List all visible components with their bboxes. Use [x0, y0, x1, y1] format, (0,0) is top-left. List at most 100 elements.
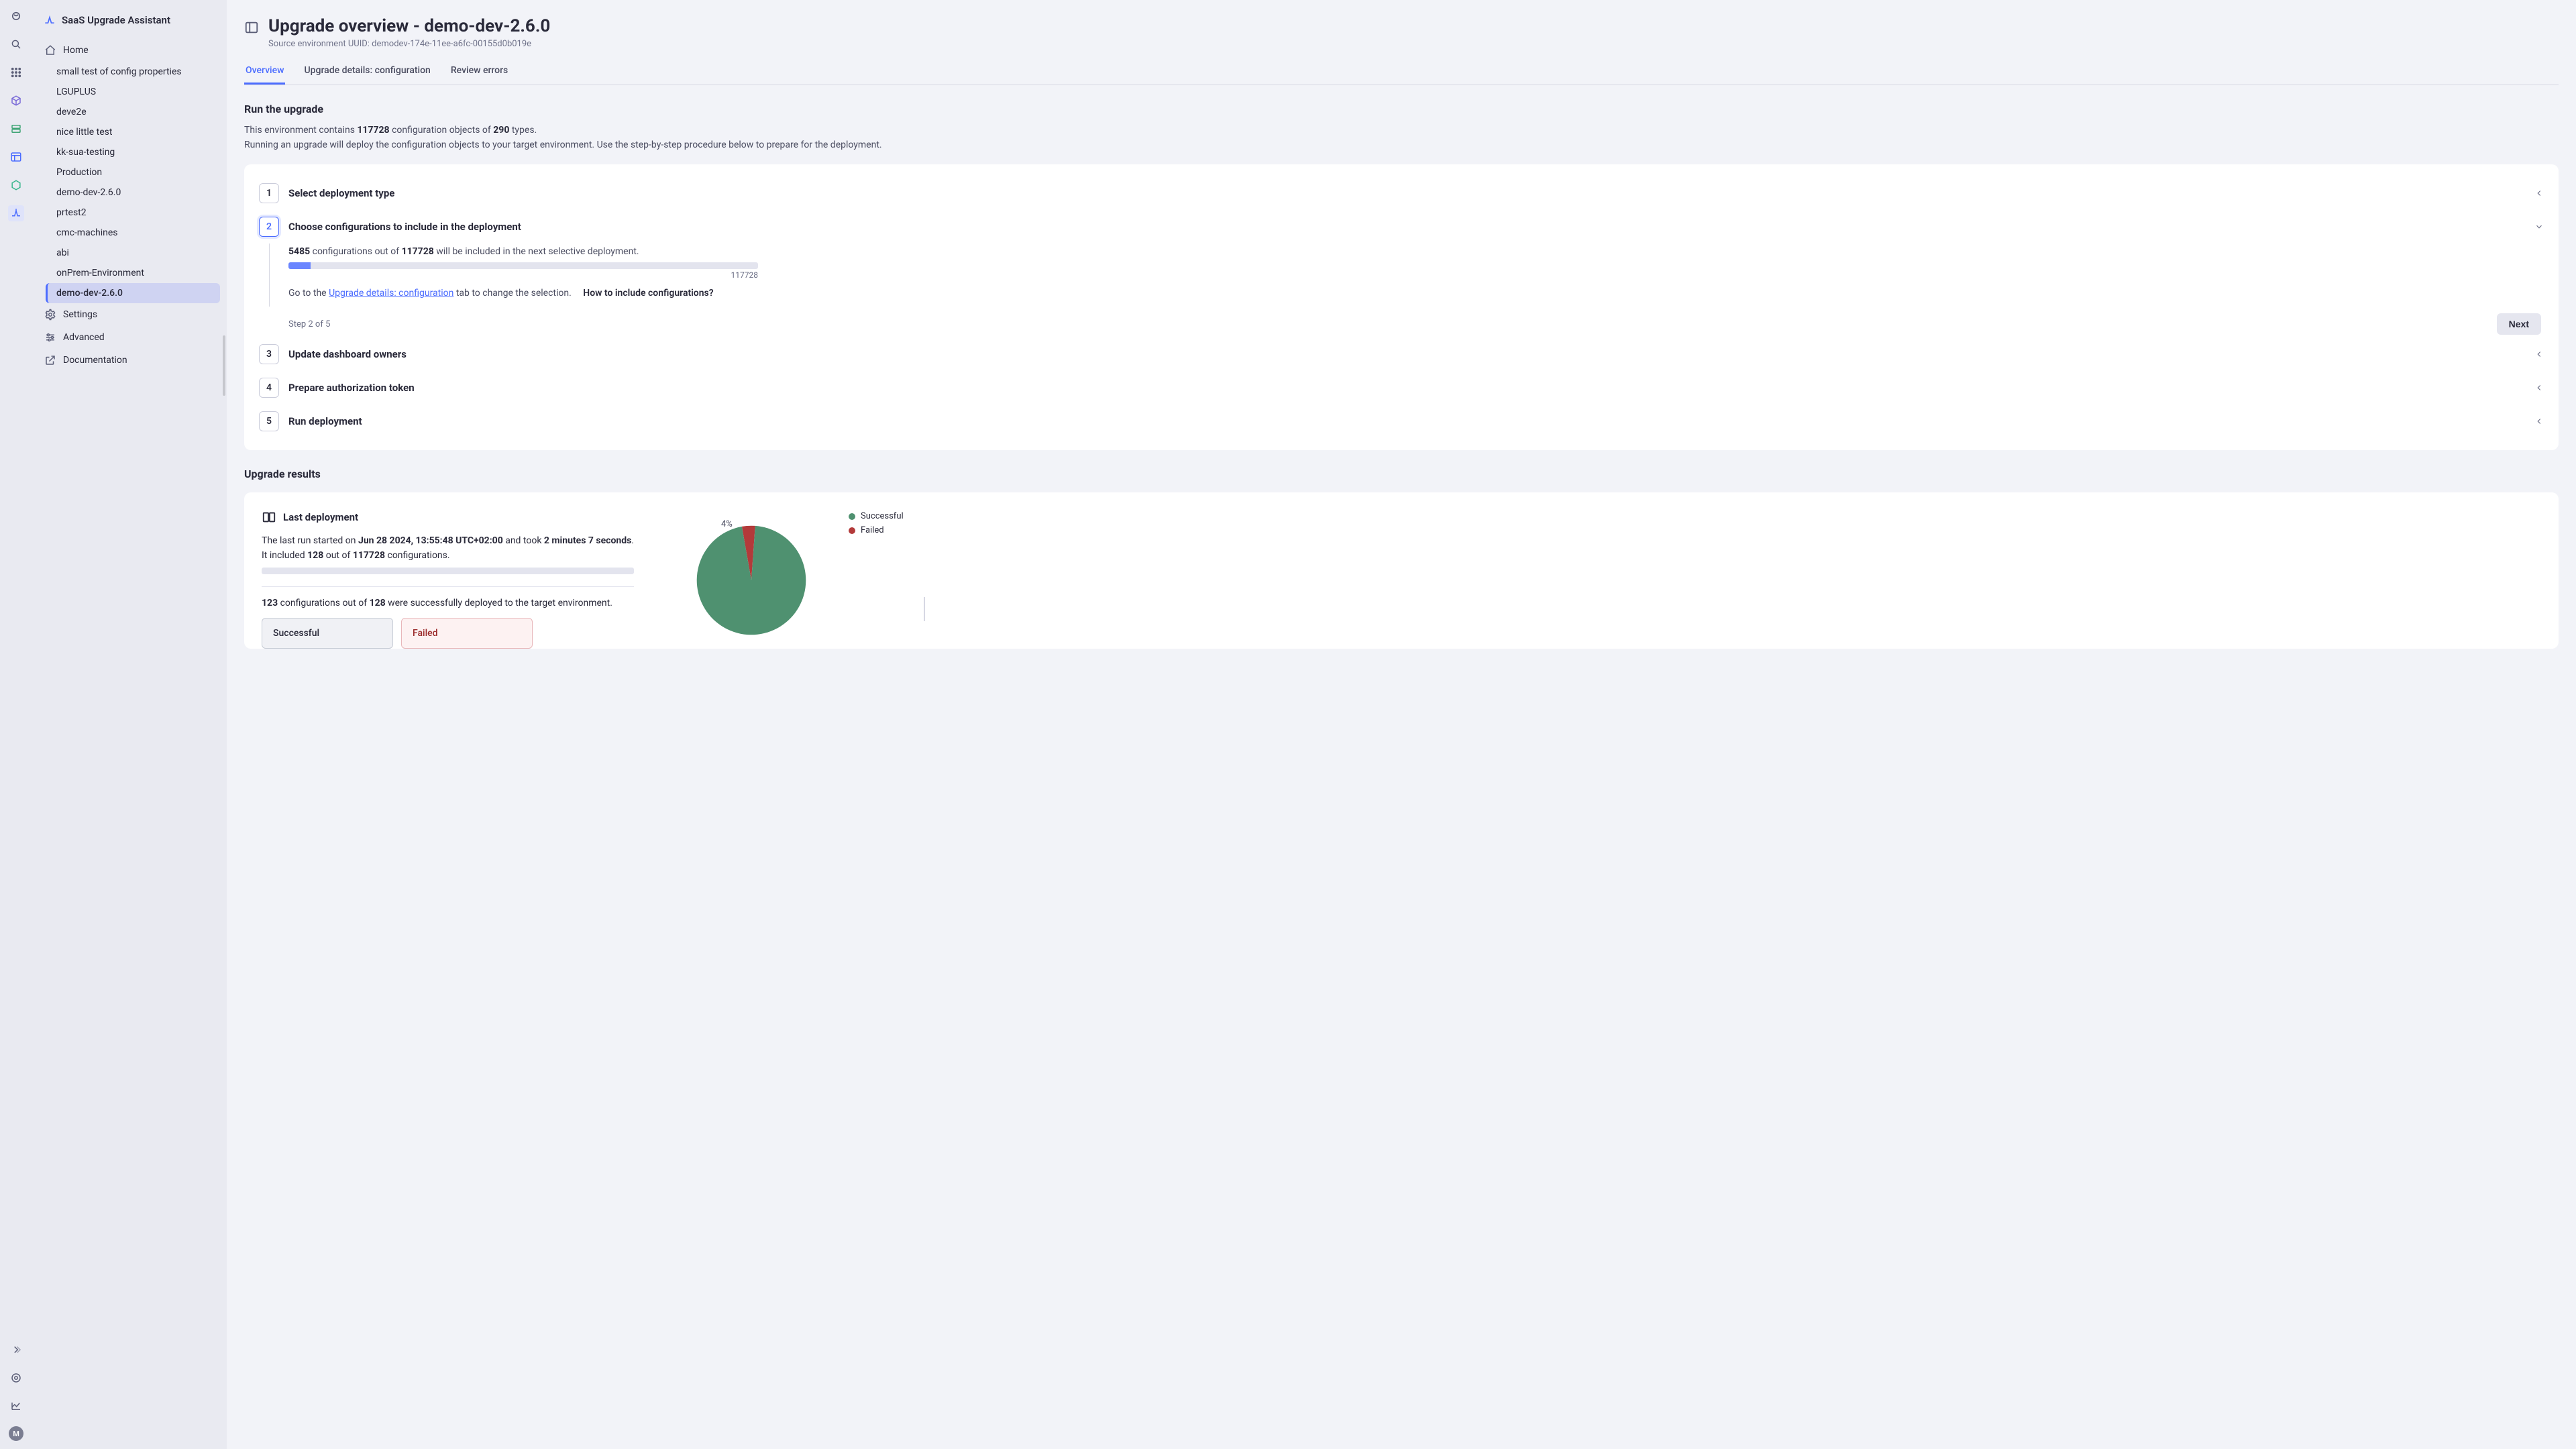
deploy-progress: [262, 568, 634, 574]
step-2-body: 5485 configurations out of 117728 will b…: [269, 244, 2544, 307]
tab[interactable]: Upgrade details: configuration: [303, 58, 431, 85]
divider: [262, 586, 634, 587]
legend-failed: Failed: [849, 525, 904, 535]
chevron-left-icon: [2534, 383, 2544, 392]
step-title: Select deployment type: [288, 187, 2534, 199]
step-title: Update dashboard owners: [288, 348, 2534, 360]
sidebar-env-item[interactable]: abi: [46, 243, 220, 263]
expand-icon[interactable]: [8, 1342, 24, 1358]
chevron-left-icon: [2534, 417, 2544, 426]
external-link-icon: [44, 354, 56, 366]
nav-label: Settings: [63, 309, 97, 320]
tab[interactable]: Review errors: [449, 58, 509, 85]
step-5[interactable]: 5 Run deployment: [259, 405, 2544, 438]
sidebar-env-item[interactable]: Production: [46, 162, 220, 182]
deploy-summary: 123 configurations out of 128 were succe…: [262, 598, 634, 608]
sidebar-env-item[interactable]: cmc-machines: [46, 223, 220, 243]
page-subtitle: Source environment UUID: demodev-174e-11…: [268, 39, 550, 49]
divider: [924, 597, 925, 621]
legend-successful: Successful: [849, 511, 904, 521]
environment-list: small test of config propertiesLGUPLUSde…: [46, 62, 220, 303]
last-run-time: The last run started on Jun 28 2024, 13:…: [262, 535, 634, 546]
step-number: 1: [259, 183, 279, 203]
last-deployment-header: Last deployment: [262, 510, 634, 525]
scrollbar[interactable]: [223, 335, 225, 396]
chevron-left-icon: [2534, 350, 2544, 359]
steps-card: 1 Select deployment type 2 Choose config…: [244, 164, 2559, 450]
home-icon: [44, 44, 56, 56]
app-title-text: SaaS Upgrade Assistant: [62, 14, 170, 26]
step-number: 4: [259, 378, 279, 398]
target-icon[interactable]: [8, 1370, 24, 1386]
pie-legend: Successful Failed: [849, 511, 904, 535]
grid-icon[interactable]: [8, 64, 24, 80]
nav-advanced[interactable]: Advanced: [36, 326, 220, 349]
hexagon-icon[interactable]: [8, 177, 24, 193]
nav-home[interactable]: Home: [36, 39, 220, 62]
step-number: 3: [259, 344, 279, 364]
main-content: Upgrade overview - demo-dev-2.6.0 Source…: [227, 0, 2576, 1449]
step-1[interactable]: 1 Select deployment type: [259, 176, 2544, 210]
step-title: Prepare authorization token: [288, 382, 2534, 394]
step-3[interactable]: 3 Update dashboard owners: [259, 337, 2544, 371]
result-pie: 4%: [674, 523, 828, 637]
deployment-icon: [262, 510, 276, 525]
chart-icon[interactable]: [8, 1398, 24, 1414]
sidebar: SaaS Upgrade Assistant Home small test o…: [32, 0, 227, 1449]
panel-collapse-icon[interactable]: [244, 20, 259, 35]
cube-icon[interactable]: [8, 93, 24, 109]
nav-label: Advanced: [63, 332, 105, 343]
upgrade-icon: [43, 13, 56, 27]
chevron-down-icon: [2534, 222, 2544, 231]
sidebar-env-item[interactable]: deve2e: [46, 102, 220, 122]
last-run-count: It included 128 out of 117728 configurat…: [262, 550, 634, 561]
sidebar-env-item[interactable]: nice little test: [46, 122, 220, 142]
pie-slice-label: 4%: [721, 519, 733, 529]
sidebar-env-item[interactable]: prtest2: [46, 203, 220, 223]
brand-icon[interactable]: [8, 8, 24, 24]
gear-icon: [44, 309, 56, 321]
tab-bar: Overview Upgrade details: configuration Re…: [244, 58, 2559, 85]
step-4[interactable]: 4 Prepare authorization token: [259, 371, 2544, 405]
step-title: Run deployment: [288, 415, 2534, 427]
step-links: Go to the Upgrade details: configuration…: [288, 288, 2544, 299]
results-card: Last deployment The last run started on …: [244, 492, 2559, 649]
sliders-icon: [44, 331, 56, 343]
step-number: 5: [259, 411, 279, 431]
failed-card[interactable]: Failed: [401, 618, 533, 649]
run-countline: This environment contains 117728 configu…: [244, 123, 2559, 138]
run-heading: Run the upgrade: [244, 103, 2559, 115]
next-button[interactable]: Next: [2497, 313, 2541, 335]
howto-link[interactable]: How to include configurations?: [583, 288, 713, 299]
upgrade-icon[interactable]: [8, 205, 24, 221]
sidebar-env-item[interactable]: small test of config properties: [46, 62, 220, 82]
successful-card[interactable]: Successful: [262, 618, 393, 649]
search-icon[interactable]: [8, 36, 24, 52]
sidebar-env-item[interactable]: LGUPLUS: [46, 82, 220, 102]
selection-progress: [288, 262, 758, 269]
step-number: 2: [259, 217, 279, 237]
app-title: SaaS Upgrade Assistant: [36, 8, 220, 39]
sidebar-env-item[interactable]: demo-dev-2.6.0: [46, 182, 220, 203]
nav-label: Documentation: [63, 355, 127, 366]
tab[interactable]: Overview: [244, 58, 285, 85]
page-title: Upgrade overview - demo-dev-2.6.0: [268, 16, 550, 36]
chevron-left-icon: [2534, 189, 2544, 198]
layout-icon[interactable]: [8, 149, 24, 165]
step-counter: Step 2 of 5: [288, 319, 330, 329]
nav-documentation[interactable]: Documentation: [36, 349, 220, 372]
nav-settings[interactable]: Settings: [36, 303, 220, 326]
results-heading: Upgrade results: [244, 468, 2559, 480]
avatar[interactable]: M: [9, 1426, 23, 1441]
step-title: Choose configurations to include in the …: [288, 221, 2534, 233]
upgrade-details-link[interactable]: Upgrade details: configuration: [329, 288, 453, 299]
sidebar-env-item[interactable]: demo-dev-2.6.0: [46, 283, 220, 303]
sidebar-env-item[interactable]: kk-sua-testing: [46, 142, 220, 162]
progress-caption: 117728: [288, 270, 758, 280]
nav-label: Home: [63, 45, 89, 56]
sidebar-env-item[interactable]: onPrem-Environment: [46, 263, 220, 283]
run-explain: Running an upgrade will deploy the confi…: [244, 138, 2559, 153]
server-icon[interactable]: [8, 121, 24, 137]
step-2[interactable]: 2 Choose configurations to include in th…: [259, 210, 2544, 244]
icon-rail: M: [0, 0, 32, 1449]
